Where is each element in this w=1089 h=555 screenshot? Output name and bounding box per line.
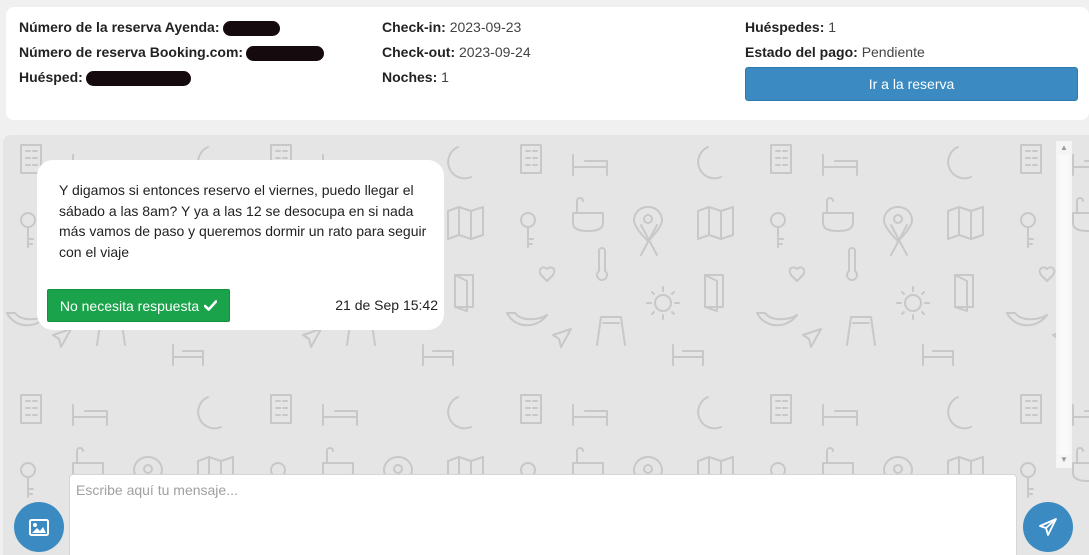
no-reply-needed-button[interactable]: No necesita respuesta: [47, 289, 230, 322]
go-to-reservation-button[interactable]: Ir a la reserva: [745, 67, 1078, 101]
payment-status-value: Pendiente: [861, 44, 925, 60]
nights-label: Noches:: [382, 69, 438, 85]
payment-status-label: Estado del pago:: [745, 44, 858, 60]
ayenda-reservation-number: Número de la reserva Ayenda:: [19, 18, 280, 36]
checkout-value: 2023-09-24: [459, 44, 531, 60]
chat-scrollbar[interactable]: ▲ ▼: [1056, 141, 1072, 468]
redacted-value: [222, 20, 280, 36]
message-text: Y digamos si entonces reservo el viernes…: [59, 182, 427, 260]
attach-image-button[interactable]: [14, 502, 64, 552]
image-icon: [29, 518, 49, 536]
scroll-up-icon[interactable]: ▲: [1060, 144, 1068, 152]
chat-area: ▲ ▼ Y digamos si entonces reservo el vie…: [3, 135, 1089, 555]
scroll-thumb[interactable]: [1059, 155, 1069, 455]
redacted-value: [246, 45, 325, 61]
guests-info: Huéspedes: 1: [745, 18, 836, 36]
checkin-label: Check-in:: [382, 19, 446, 35]
guest-label: Huésped:: [19, 69, 83, 85]
send-message-button[interactable]: [1023, 502, 1073, 552]
message-timestamp: 21 de Sep 15:42: [335, 297, 438, 313]
check-icon: [204, 300, 218, 311]
redacted-value: [85, 70, 191, 86]
checkout-info: Check-out: 2023-09-24: [382, 43, 531, 61]
reservation-header: Número de la reserva Ayenda: Número de r…: [6, 7, 1089, 120]
no-reply-needed-label: No necesita respuesta: [59, 297, 200, 314]
nights-info: Noches: 1: [382, 68, 449, 86]
guests-value: 1: [828, 19, 837, 35]
message-bubble: Y digamos si entonces reservo el viernes…: [37, 160, 444, 330]
booking-reservation-number: Número de reserva Booking.com:: [19, 43, 325, 61]
checkin-value: 2023-09-23: [449, 19, 522, 35]
nights-value: 1: [441, 69, 449, 85]
payment-status-info: Estado del pago: Pendiente: [745, 43, 925, 61]
scroll-down-icon[interactable]: ▼: [1060, 456, 1068, 464]
checkin-info: Check-in: 2023-09-23: [382, 18, 521, 36]
guests-label: Huéspedes:: [745, 19, 825, 35]
guest-name: Huésped:: [19, 68, 191, 86]
message-input[interactable]: [69, 474, 1017, 555]
ayenda-reservation-label: Número de la reserva Ayenda:: [19, 19, 220, 35]
booking-reservation-label: Número de reserva Booking.com:: [19, 44, 244, 60]
send-icon: [1039, 518, 1057, 536]
checkout-label: Check-out:: [382, 44, 456, 60]
